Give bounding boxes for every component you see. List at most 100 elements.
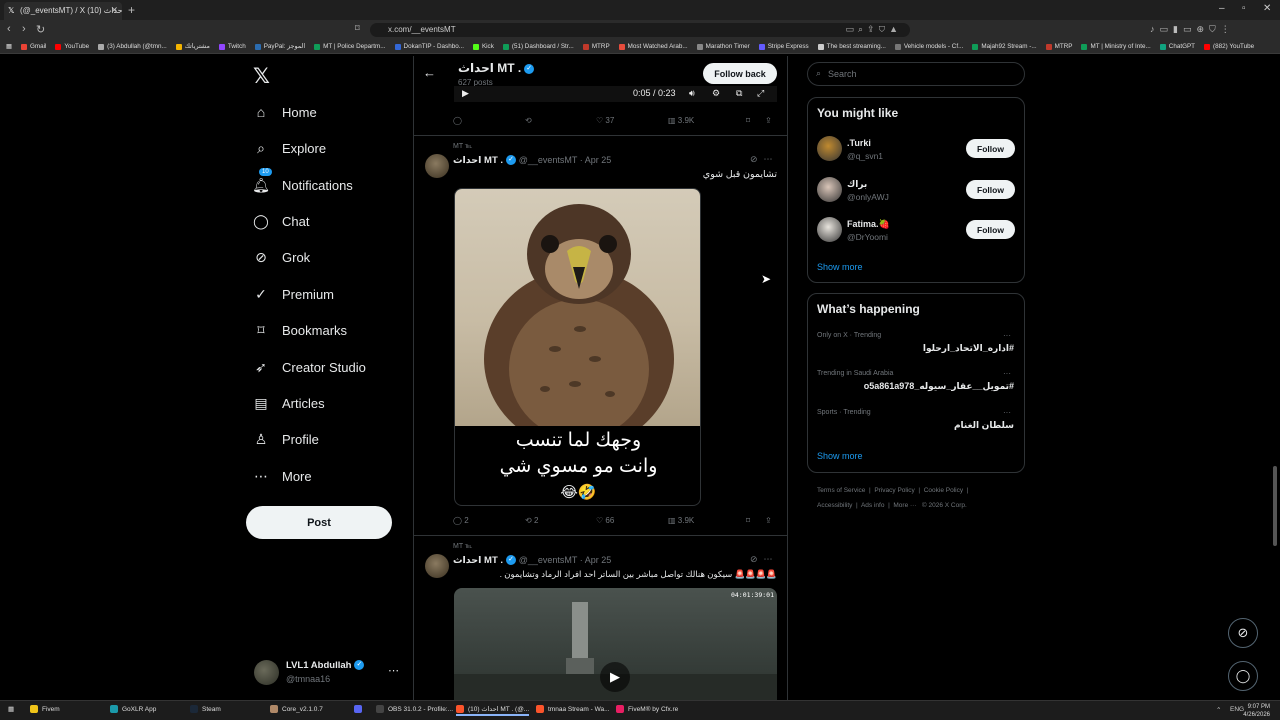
trend-item[interactable]: سلطان الغنام — [954, 420, 1014, 431]
bookmark-item[interactable]: MTRP — [582, 43, 610, 50]
forward-icon[interactable]: › — [22, 23, 26, 35]
bookmark-item[interactable]: ChatGPT — [1159, 43, 1195, 50]
scrollbar-thumb[interactable] — [1273, 466, 1277, 546]
x-logo-icon[interactable]: 𝕏 — [253, 64, 270, 89]
follow-button[interactable]: Follow — [966, 139, 1015, 158]
volume-icon[interactable]: 🔊︎ — [689, 88, 695, 99]
bookmark-item[interactable]: (51) Dashboard / Str... — [502, 43, 574, 50]
post-author-line[interactable]: احداث MT . ✓ @__eventsMT · Apr 25 — [453, 155, 611, 166]
privacy-link[interactable]: Privacy Policy — [874, 487, 914, 494]
system-clock[interactable]: 9:07 PM 4/26/2026 — [1243, 703, 1270, 719]
sidebar-item-explore[interactable]: ⌕ Explore — [252, 134, 326, 162]
follow-button[interactable]: Follow — [966, 220, 1015, 239]
repost-button[interactable]: ⟲ — [525, 116, 596, 125]
accessibility-link[interactable]: Accessibility — [817, 502, 852, 509]
follow-back-button[interactable]: Follow back — [703, 63, 777, 84]
share-icon[interactable]: ⇪ — [765, 116, 772, 125]
terms-link[interactable]: Terms of Service — [817, 487, 865, 494]
ads-info-link[interactable]: Ads info — [861, 502, 885, 509]
suggestion-avatar[interactable] — [817, 177, 842, 202]
taskbar-app[interactable] — [354, 705, 366, 713]
trend-item[interactable]: #تمويل__عقار_سيوله_o5a861a978 — [864, 381, 1014, 392]
views-button[interactable]: ▥ 3.9K — [668, 516, 746, 525]
taskbar-app[interactable]: OBS 31.0.2 - Profile:... — [376, 705, 453, 713]
post-media-image[interactable]: وجهك لما تنسب وانت مو مسوي شي 😂🤣 — [454, 188, 701, 506]
bookmark-item[interactable]: Most Watched Arab... — [618, 43, 688, 50]
bookmark-item[interactable]: Marathon Timer — [696, 43, 750, 50]
footer-more-link[interactable]: More ··· — [893, 502, 916, 509]
tray-chevron-icon[interactable]: ⌃ — [1216, 706, 1221, 714]
account-more-icon[interactable]: ⋯ — [388, 664, 399, 677]
trend-item[interactable]: #اداره_الاتحاد_ارحلوا — [923, 343, 1014, 354]
close-tab-icon[interactable]: ✕ — [110, 5, 118, 16]
reply-button[interactable]: ◯ — [453, 116, 525, 125]
start-button-icon[interactable]: ▦ — [8, 705, 14, 713]
bookmark-item[interactable]: YouTube — [55, 43, 89, 50]
sidebar-item-chat[interactable]: ◯ Chat — [252, 207, 309, 235]
messages-fab-icon[interactable]: ◯ — [1228, 661, 1258, 691]
bookmark-item[interactable]: Twitch — [218, 43, 246, 50]
bookmark-item[interactable]: MT | Ministry of Inte... — [1081, 43, 1151, 50]
post-author-avatar[interactable] — [425, 554, 449, 578]
bookmark-item[interactable]: Gmail — [20, 43, 46, 50]
bookmark-icon[interactable]: ⌑ — [746, 516, 765, 525]
post-author-line[interactable]: احداث MT . ✓ @__eventsMT · Apr 25 — [453, 555, 611, 566]
sidebar-item-grok[interactable]: ⊘ Grok — [252, 243, 310, 271]
page-scrollbar[interactable] — [1273, 56, 1277, 700]
browser-tab[interactable]: 𝕏 (@_eventsMT) / X احداث (10) ✕ — [4, 2, 122, 20]
post-author-avatar[interactable] — [425, 154, 449, 178]
reload-icon[interactable]: ↻ — [36, 23, 45, 36]
bookmark-page-icon[interactable]: ⌑ — [355, 23, 360, 34]
settings-icon[interactable]: ⚙ — [712, 88, 720, 99]
account-name[interactable]: LVL1 Abdullah ✓ — [286, 660, 365, 671]
views-button[interactable]: ▥ 3.9K — [668, 116, 746, 125]
taskbar-app[interactable]: tmnaa Stream - Wa... — [536, 705, 610, 713]
account-avatar[interactable] — [254, 660, 279, 685]
grok-fab-icon[interactable]: ⊘ — [1228, 618, 1258, 648]
post-video[interactable]: 04:01:39:01 ▶ — [454, 588, 777, 700]
maximize-icon[interactable]: ▫ — [1242, 3, 1246, 14]
bookmark-item[interactable]: The best streaming... — [817, 43, 886, 50]
video-play-button[interactable]: ▶ — [600, 662, 630, 692]
cookie-link[interactable]: Cookie Policy — [924, 487, 963, 494]
like-button[interactable]: ♡ 66 — [596, 516, 668, 525]
repost-button[interactable]: ⟲ 2 — [525, 516, 596, 525]
follow-button[interactable]: Follow — [966, 180, 1015, 199]
show-more-trends-link[interactable]: Show more — [817, 451, 863, 461]
close-window-icon[interactable]: ✕ — [1263, 3, 1271, 14]
url-actions-icon[interactable]: ▭⌕⇪⛉▲ — [846, 24, 902, 35]
bookmark-item[interactable]: (882) YouTube — [1204, 43, 1254, 50]
sidebar-item-bookmarks[interactable]: ⌑ Bookmarks — [252, 316, 347, 344]
sidebar-item-articles[interactable]: ▤ Articles — [252, 389, 324, 417]
bookmark-item[interactable]: DokanTIP - Dashbo... — [394, 43, 464, 50]
post-grok-more-icons[interactable]: ⊘⋯ — [750, 154, 779, 165]
like-button[interactable]: ♡ 37 — [596, 116, 668, 125]
sidebar-item-more[interactable]: ⋯ More — [252, 462, 312, 490]
taskbar-app[interactable]: FiveM® by Cfx.re — [616, 705, 678, 713]
trend-more-icon[interactable]: ··· — [1003, 408, 1011, 417]
suggestion-name[interactable]: Fatima.🍓 — [847, 219, 890, 230]
share-icon[interactable]: ⇪ — [765, 516, 772, 525]
suggestion-name[interactable]: .Turki — [847, 138, 871, 148]
back-icon[interactable]: ‹ — [7, 23, 11, 35]
back-arrow-icon[interactable]: ← — [423, 65, 436, 80]
fullscreen-icon[interactable]: ⤢ — [757, 88, 764, 99]
bookmark-item[interactable]: Vehicle models - Cf... — [894, 43, 963, 50]
trend-more-icon[interactable]: ··· — [1003, 331, 1011, 340]
bookmark-item[interactable]: مشترياتك — [175, 43, 210, 50]
video-player-top[interactable] — [454, 86, 777, 102]
url-input[interactable]: x.com/__eventsMT ▭⌕⇪⛉▲ — [370, 23, 910, 37]
bookmark-item[interactable]: PayPal: الموجز — [254, 43, 305, 50]
taskbar-app[interactable]: Core_v2.1.0.7 — [270, 705, 323, 713]
sidebar-item-profile[interactable]: ♙ Profile — [252, 425, 319, 453]
post-grok-more-icons[interactable]: ⊘⋯ — [750, 554, 779, 565]
taskbar-app[interactable]: (10) احداث MT . (@... — [456, 705, 530, 716]
suggestion-name[interactable]: براك — [847, 179, 867, 190]
bookmark-item[interactable]: (3) Abdullah (@tmn... — [98, 43, 167, 50]
bookmark-item[interactable]: MTRP — [1045, 43, 1072, 50]
search-input[interactable]: ⌕ Search — [807, 62, 1025, 86]
bookmark-item[interactable]: Kick — [472, 43, 494, 50]
sidebar-item-home[interactable]: ⌂ Home — [252, 98, 317, 126]
bookmark-item[interactable]: MT | Police Departm... — [314, 43, 386, 50]
bookmark-icon[interactable]: ⌑ — [746, 116, 765, 125]
